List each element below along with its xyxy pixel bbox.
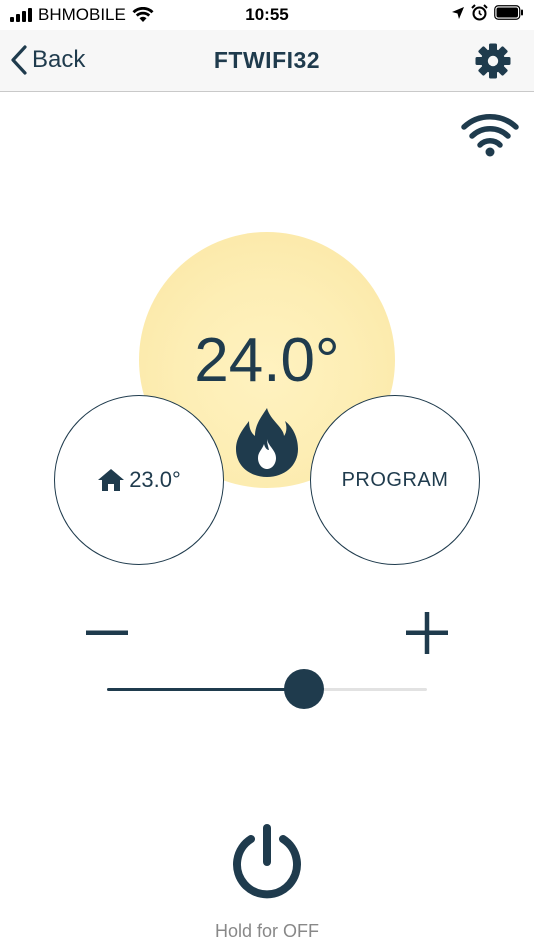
decrease-temperature-button[interactable]	[86, 612, 128, 654]
flame-icon	[234, 406, 300, 478]
power-hint: Hold for OFF	[214, 921, 320, 941]
room-temperature-button[interactable]: 23.0°	[54, 395, 224, 565]
status-right	[451, 4, 524, 21]
increase-temperature-button[interactable]	[406, 612, 448, 654]
program-label: PROGRAM	[341, 468, 449, 491]
slider-thumb[interactable]	[284, 669, 325, 709]
minus-icon	[86, 630, 128, 635]
plus-icon	[406, 612, 448, 654]
room-temperature: 23.0°	[129, 467, 181, 492]
power-button[interactable]	[227, 822, 307, 902]
status-bar: BHMOBILE 10:55	[0, 0, 534, 30]
power-icon	[233, 824, 301, 899]
settings-button[interactable]	[474, 42, 512, 80]
home-icon	[98, 469, 125, 491]
temperature-slider[interactable]	[107, 669, 427, 709]
gear-icon	[475, 43, 511, 79]
slider-fill	[107, 688, 305, 691]
nav-bar: Back FTWIFI32	[0, 30, 534, 92]
program-button[interactable]: PROGRAM	[310, 395, 480, 565]
setpoint-temperature: 24.0°	[194, 326, 340, 395]
page-title: FTWIFI32	[213, 47, 321, 73]
wifi-icon	[461, 113, 519, 157]
battery-icon	[494, 5, 523, 20]
alarm-clock-icon	[471, 4, 488, 21]
location-arrow-icon	[452, 6, 464, 19]
device-connection-status	[460, 112, 520, 158]
